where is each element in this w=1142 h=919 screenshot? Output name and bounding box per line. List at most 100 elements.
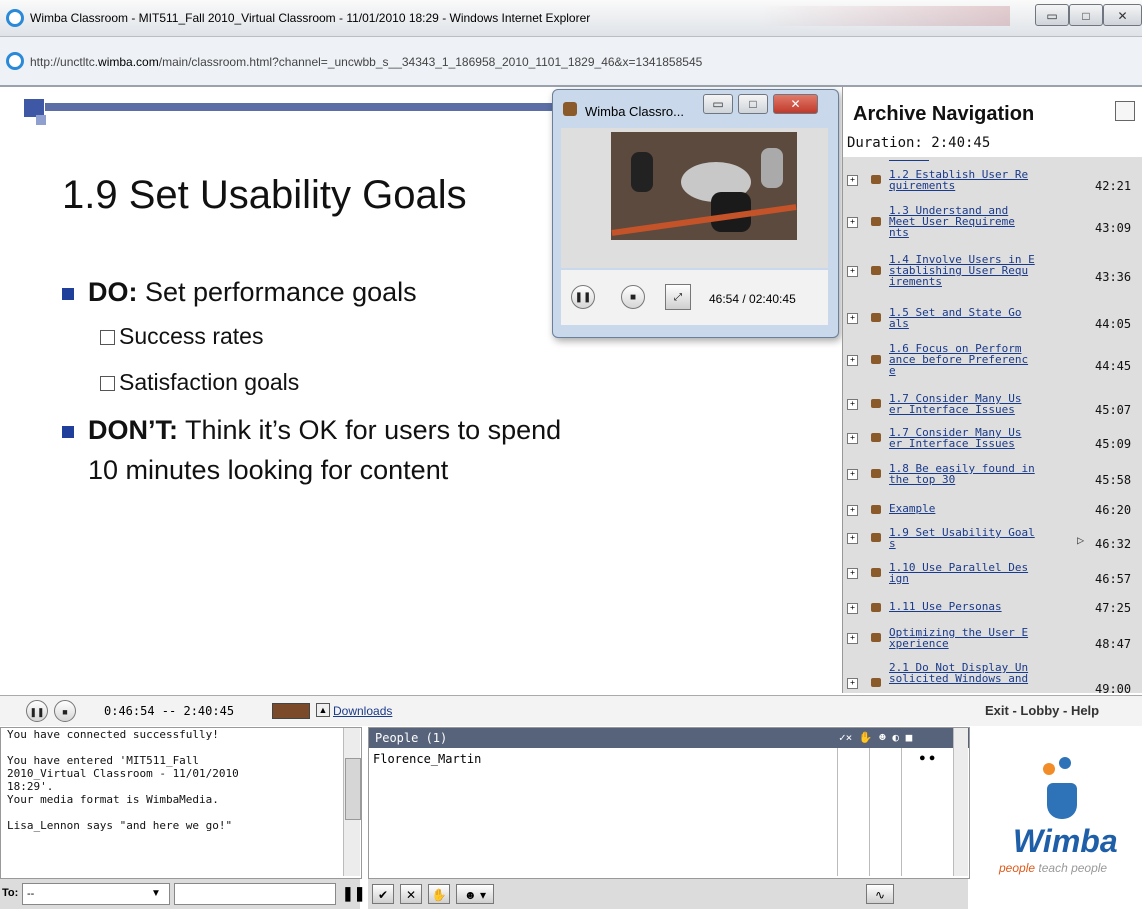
people-panel: People (1) ✓× ✋ ☻ ◐ ■ Florence_Martin ● … [368, 727, 970, 879]
expand-icon: + [847, 433, 858, 444]
to-label: To: [2, 887, 19, 899]
popup-controls: ❚❚ ■ ⤢ 46:54 / 02:40:45 [561, 270, 828, 325]
popup-title: Wimba Classro... [585, 104, 684, 119]
bookmark-icon [871, 175, 881, 184]
archive-navigation-panel: Archive Navigation Duration: 2:40:45 +1.… [842, 87, 1142, 693]
slide-bullet-dont: DON’T: Think it’s OK for users to spend [62, 415, 561, 446]
url-text[interactable]: http://unctltc.wimba.com/main/classroom.… [30, 55, 702, 69]
address-bar[interactable]: http://unctltc.wimba.com/main/classroom.… [0, 37, 1142, 87]
expand-icon: + [847, 533, 858, 544]
expand-icon: + [847, 603, 858, 614]
expand-icon: + [847, 313, 858, 324]
participant-name[interactable]: Florence_Martin [373, 752, 481, 766]
page-icon [6, 52, 24, 70]
chat-line [7, 741, 361, 754]
chat-message-input[interactable] [174, 883, 336, 905]
emoticon-dropdown-button[interactable]: ☻ ▾ [456, 884, 494, 904]
nav-list: +1.2 Establish User Re quirements 42:21 +… [843, 157, 1142, 693]
people-header: People (1) ✓× ✋ ☻ ◐ ■ [369, 728, 969, 748]
wimba-logo: Wimba people teach people [985, 727, 1142, 877]
bookmark-icon [871, 217, 881, 226]
cross-button[interactable]: ✕ [400, 884, 422, 904]
recipient-select[interactable]: -- ▼ [22, 883, 170, 905]
media-icon[interactable] [272, 703, 310, 719]
bookmark-icon [871, 633, 881, 642]
slide-subbullet: Success rates [100, 323, 263, 350]
expand-icon: + [847, 633, 858, 644]
chat-line: You have connected successfully! [7, 728, 219, 741]
stop-button[interactable]: ■ [54, 700, 76, 722]
download-icon[interactable]: ▲ [316, 703, 330, 717]
checkmark-button[interactable]: ✔ [372, 884, 394, 904]
exit-lobby-help-links[interactable]: Exit - Lobby - Help [985, 703, 1099, 718]
chat-line: 18:29'. [7, 780, 54, 793]
expand-icon: + [847, 469, 858, 480]
bookmark-icon [871, 399, 881, 408]
popup-minimize-button[interactable]: ▭ [703, 94, 733, 114]
chat-line: 2010_Virtual Classroom - 11/01/2010 [7, 767, 239, 780]
people-scrollbar[interactable] [953, 728, 968, 876]
chat-line: You have entered 'MIT511_Fall [7, 754, 200, 767]
slide-header-bar [45, 103, 590, 111]
expand-icon: + [847, 568, 858, 579]
status-icons: ✓× ✋ ☻ ◐ ■ [839, 731, 913, 744]
bookmark-icon [871, 678, 881, 687]
slide-title: 1.9 Set Usability Goals [62, 173, 467, 217]
chat-line: Your media format is WimbaMedia. [7, 793, 219, 806]
bookmark-icon [871, 469, 881, 478]
chat-line: Lisa_Lennon says "and here we go!" [7, 819, 233, 832]
bookmark-icon [871, 266, 881, 275]
bookmark-icon [871, 505, 881, 514]
duration-label: Duration: 2:40:45 [847, 135, 991, 151]
pause-button[interactable]: ❚❚ [26, 700, 48, 722]
popup-stop-button[interactable]: ■ [621, 285, 645, 309]
raise-hand-button[interactable]: ✋ [428, 884, 450, 904]
video-area [561, 128, 828, 268]
expand-icon: + [847, 355, 858, 366]
expand-icon: + [847, 505, 858, 516]
bookmark-icon [871, 603, 881, 612]
chevron-down-icon: ▼ [151, 888, 161, 899]
minimize-button[interactable]: ▭ [1035, 4, 1069, 26]
slide-bullet-dont-cont: 10 minutes looking for content [88, 455, 449, 485]
expand-icon: + [847, 175, 858, 186]
chat-scrollbar[interactable] [343, 728, 361, 876]
bookmark-icon [871, 433, 881, 442]
chat-input-bar: To: -- ▼ ❚❚ [0, 879, 365, 909]
popup-time: 46:54 / 02:40:45 [709, 292, 796, 306]
popup-pause-button[interactable]: ❚❚ [571, 285, 595, 309]
window-title-bar: Wimba Classroom - MIT511_Fall 2010_Virtu… [0, 0, 1142, 37]
expand-icon: + [847, 266, 858, 277]
logo-brand: Wimba [1013, 823, 1118, 859]
downloads-link[interactable]: Downloads [333, 704, 392, 718]
people-toolbar: ✔ ✕ ✋ ☻ ▾ ∿ [368, 879, 968, 909]
expand-icon: + [847, 217, 858, 228]
window-title: Wimba Classroom - MIT511_Fall 2010_Virtu… [30, 11, 591, 25]
title-bar-glass [760, 6, 1010, 26]
wimba-icon [563, 102, 577, 116]
current-position-icon: ▷ [1077, 533, 1085, 547]
pause-chat-icon[interactable]: ❚❚ [342, 885, 365, 902]
maximize-button[interactable]: □ [1069, 4, 1103, 26]
audio-level-icon[interactable]: ∿ [866, 884, 894, 904]
slide-decoration [36, 115, 46, 125]
video-popup-window[interactable]: Wimba Classro... ▭ □ ✕ ❚❚ ■ ⤢ 46:54 / 02… [552, 89, 839, 338]
chat-line [7, 806, 361, 819]
bookmark-icon [871, 313, 881, 322]
playback-time: 0:46:54 -- 2:40:45 [104, 704, 235, 718]
classroom-video [611, 132, 797, 240]
popup-close-button[interactable]: ✕ [773, 94, 818, 114]
bookmark-icon [871, 568, 881, 577]
playback-control-bar: ❚❚ ■ 0:46:54 -- 2:40:45 ▲ Downloads Exit… [0, 695, 1142, 726]
popup-maximize-button[interactable]: □ [738, 94, 768, 114]
chat-log: You have connected successfully! You hav… [0, 727, 362, 879]
nav-title: Archive Navigation [853, 103, 1035, 125]
expand-icon: + [847, 399, 858, 410]
slide-subbullet: Satisfaction goals [100, 369, 299, 396]
expand-icon: + [847, 678, 858, 689]
fullscreen-icon[interactable]: ⤢ [665, 284, 691, 310]
bookmark-icon [871, 533, 881, 542]
slide-bullet-do: DO: Set performance goals [62, 277, 417, 308]
popout-icon[interactable] [1115, 101, 1135, 121]
close-button[interactable]: ✕ [1103, 4, 1142, 26]
